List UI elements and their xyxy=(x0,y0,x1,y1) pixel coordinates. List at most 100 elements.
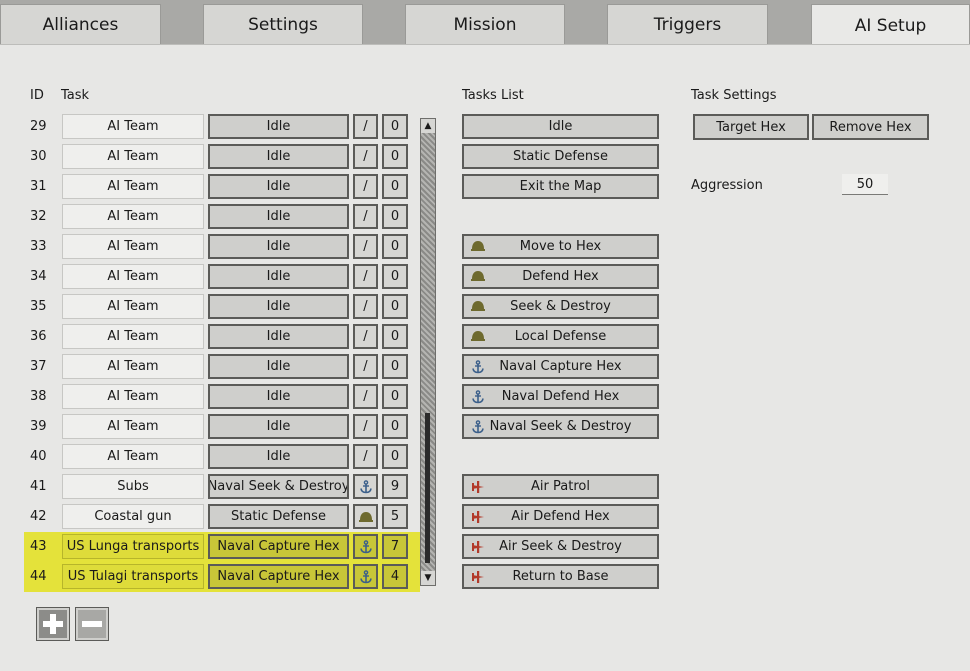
team-count-button[interactable]: 0 xyxy=(382,294,408,319)
task-option-button[interactable]: Air Defend Hex xyxy=(462,504,659,529)
team-task-button[interactable]: Idle xyxy=(208,174,349,199)
team-task-icon-button[interactable] xyxy=(353,504,378,529)
team-count-button[interactable]: 0 xyxy=(382,354,408,379)
team-row[interactable]: 33 AI Team Idle / 0 xyxy=(0,232,440,262)
team-task-icon-button[interactable] xyxy=(353,564,378,589)
team-task-button[interactable]: Idle xyxy=(208,444,349,469)
team-task-icon-button[interactable]: / xyxy=(353,144,378,169)
team-task-icon-button[interactable]: / xyxy=(353,294,378,319)
team-count-button[interactable]: 0 xyxy=(382,324,408,349)
task-option-button[interactable]: Local Defense xyxy=(462,324,659,349)
team-row[interactable]: 44 US Tulagi transports Naval Capture Hex 4 xyxy=(24,562,420,592)
scroll-down-arrow-icon[interactable]: ▼ xyxy=(421,571,435,585)
team-count-button[interactable]: 0 xyxy=(382,234,408,259)
team-task-button[interactable]: Naval Capture Hex xyxy=(208,534,349,559)
team-name-field[interactable]: AI Team xyxy=(62,384,204,409)
task-option-button[interactable]: Defend Hex xyxy=(462,264,659,289)
team-name-field[interactable]: AI Team xyxy=(62,174,204,199)
task-option-button[interactable]: Naval Seek & Destroy xyxy=(462,414,659,439)
task-option-button[interactable]: Return to Base xyxy=(462,564,659,589)
team-row[interactable]: 43 US Lunga transports Naval Capture Hex 7 xyxy=(24,532,420,562)
team-name-field[interactable]: AI Team xyxy=(62,114,204,139)
team-row[interactable]: 40 AI Team Idle / 0 xyxy=(0,442,440,472)
team-count-button[interactable]: 0 xyxy=(382,114,408,139)
team-row[interactable]: 36 AI Team Idle / 0 xyxy=(0,322,440,352)
team-task-icon-button[interactable]: / xyxy=(353,324,378,349)
team-name-field[interactable]: AI Team xyxy=(62,204,204,229)
task-option-button[interactable]: Air Patrol xyxy=(462,474,659,499)
team-task-icon-button[interactable] xyxy=(353,474,378,499)
team-task-icon-button[interactable]: / xyxy=(353,204,378,229)
team-task-button[interactable]: Idle xyxy=(208,234,349,259)
team-row[interactable]: 29 AI Team Idle / 0 xyxy=(0,112,440,142)
team-task-button[interactable]: Idle xyxy=(208,324,349,349)
scroll-thumb[interactable] xyxy=(425,413,430,563)
team-name-field[interactable]: AI Team xyxy=(62,324,204,349)
task-option-button[interactable]: Static Defense xyxy=(462,144,659,169)
team-count-button[interactable]: 0 xyxy=(382,144,408,169)
team-list-scrollbar[interactable]: ▲ ▼ xyxy=(420,118,436,586)
team-row[interactable]: 37 AI Team Idle / 0 xyxy=(0,352,440,382)
task-option-button[interactable]: Naval Defend Hex xyxy=(462,384,659,409)
team-task-icon-button[interactable]: / xyxy=(353,264,378,289)
scroll-up-arrow-icon[interactable]: ▲ xyxy=(421,119,435,133)
team-count-button[interactable]: 4 xyxy=(382,564,408,589)
team-count-button[interactable]: 0 xyxy=(382,414,408,439)
team-task-icon-button[interactable]: / xyxy=(353,174,378,199)
task-option-button[interactable]: Exit the Map xyxy=(462,174,659,199)
team-row[interactable]: 32 AI Team Idle / 0 xyxy=(0,202,440,232)
task-option-button[interactable]: Seek & Destroy xyxy=(462,294,659,319)
team-count-button[interactable]: 7 xyxy=(382,534,408,559)
team-row[interactable]: 34 AI Team Idle / 0 xyxy=(0,262,440,292)
team-row[interactable]: 41 Subs Naval Seek & Destroy 9 xyxy=(0,472,440,502)
team-name-field[interactable]: AI Team xyxy=(62,414,204,439)
team-count-button[interactable]: 9 xyxy=(382,474,408,499)
team-row[interactable]: 42 Coastal gun Static Defense 5 xyxy=(0,502,440,532)
tab-mission[interactable]: Mission xyxy=(405,4,565,44)
team-task-icon-button[interactable] xyxy=(353,534,378,559)
team-task-button[interactable]: Idle xyxy=(208,204,349,229)
remove-hex-button[interactable]: Remove Hex xyxy=(812,114,929,140)
task-option-button[interactable]: Naval Capture Hex xyxy=(462,354,659,379)
team-name-field[interactable]: AI Team xyxy=(62,444,204,469)
team-name-field[interactable]: US Lunga transports xyxy=(62,534,204,559)
task-option-button[interactable]: Move to Hex xyxy=(462,234,659,259)
team-task-button[interactable]: Idle xyxy=(208,354,349,379)
tab-alliances[interactable]: Alliances xyxy=(0,4,161,44)
team-name-field[interactable]: AI Team xyxy=(62,144,204,169)
team-task-button[interactable]: Idle xyxy=(208,294,349,319)
team-name-field[interactable]: AI Team xyxy=(62,234,204,259)
remove-team-button[interactable] xyxy=(75,607,109,641)
team-row[interactable]: 30 AI Team Idle / 0 xyxy=(0,142,440,172)
team-task-button[interactable]: Idle xyxy=(208,114,349,139)
team-task-button[interactable]: Idle xyxy=(208,264,349,289)
add-team-button[interactable] xyxy=(36,607,70,641)
team-count-button[interactable]: 0 xyxy=(382,384,408,409)
team-count-button[interactable]: 0 xyxy=(382,264,408,289)
task-option-button[interactable]: Air Seek & Destroy xyxy=(462,534,659,559)
team-name-field[interactable]: AI Team xyxy=(62,294,204,319)
team-name-field[interactable]: Coastal gun xyxy=(62,504,204,529)
target-hex-button[interactable]: Target Hex xyxy=(693,114,809,140)
team-row[interactable]: 39 AI Team Idle / 0 xyxy=(0,412,440,442)
team-task-icon-button[interactable]: / xyxy=(353,114,378,139)
team-task-icon-button[interactable]: / xyxy=(353,444,378,469)
team-task-icon-button[interactable]: / xyxy=(353,354,378,379)
team-name-field[interactable]: AI Team xyxy=(62,264,204,289)
team-row[interactable]: 35 AI Team Idle / 0 xyxy=(0,292,440,322)
tab-ai-setup[interactable]: AI Setup xyxy=(811,4,970,46)
team-task-button[interactable]: Idle xyxy=(208,414,349,439)
team-row[interactable]: 31 AI Team Idle / 0 xyxy=(0,172,440,202)
aggression-input[interactable]: 50 xyxy=(842,174,888,195)
team-task-button[interactable]: Idle xyxy=(208,144,349,169)
tab-triggers[interactable]: Triggers xyxy=(607,4,768,44)
team-name-field[interactable]: AI Team xyxy=(62,354,204,379)
team-task-button[interactable]: Naval Capture Hex xyxy=(208,564,349,589)
team-task-icon-button[interactable]: / xyxy=(353,384,378,409)
team-task-button[interactable]: Idle xyxy=(208,384,349,409)
tab-settings[interactable]: Settings xyxy=(203,4,363,44)
team-task-icon-button[interactable]: / xyxy=(353,414,378,439)
task-option-button[interactable]: Idle xyxy=(462,114,659,139)
team-name-field[interactable]: US Tulagi transports xyxy=(62,564,204,589)
team-count-button[interactable]: 0 xyxy=(382,204,408,229)
